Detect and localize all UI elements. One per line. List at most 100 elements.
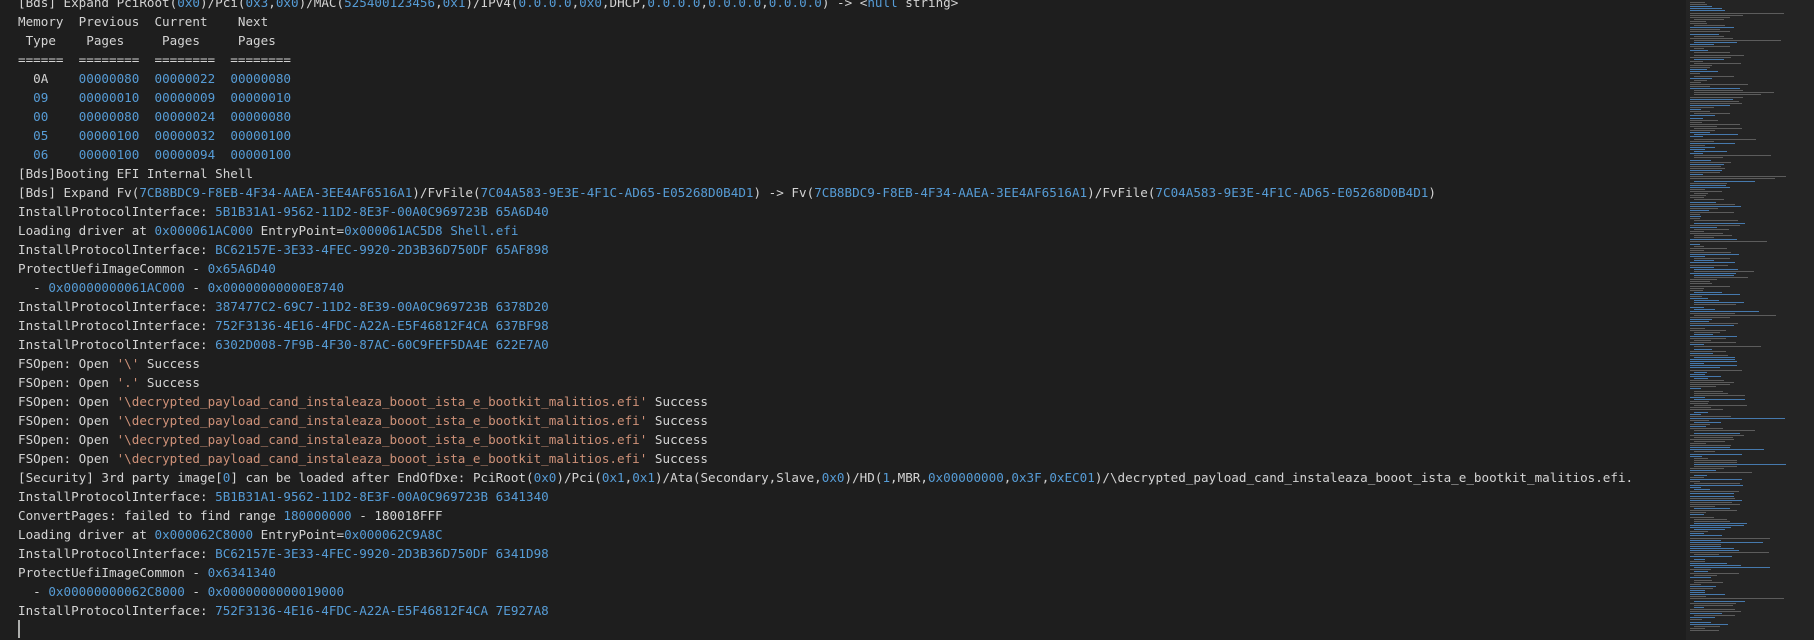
minimap-line	[1690, 424, 1710, 426]
code-line: [Security] 3rd party image[0] can be loa…	[18, 468, 1678, 487]
number-token: 0x00000000000E8740	[207, 280, 345, 295]
text-token: )/Ata(Secondary,Slave,	[654, 470, 822, 485]
text-token: )/FvFile(	[412, 185, 481, 200]
minimap-line	[1694, 291, 1722, 293]
text-token: )/IPv4(	[465, 0, 519, 10]
minimap-line	[1690, 186, 1730, 188]
minimap-line	[1690, 60, 1703, 62]
minimap-line	[1690, 552, 1769, 554]
minimap-line	[1690, 533, 1704, 535]
minimap-line	[1690, 4, 1707, 6]
minimap-line	[1690, 506, 1715, 507]
number-token: 0x3F	[1011, 470, 1042, 485]
number-token: 0x00000000	[927, 470, 1004, 485]
minimap-line	[1694, 134, 1738, 136]
minimap-line	[1694, 461, 1737, 463]
string-token: '\decrypted_payload_cand_instaleaza_booo…	[116, 432, 648, 447]
minimap-line	[1690, 197, 1704, 199]
minimap-line	[1694, 228, 1729, 230]
number-token: 0x0000000000019000	[207, 584, 345, 599]
code-line: 09 00000010 00000009 00000010	[18, 88, 1678, 107]
minimap-line	[1694, 79, 1707, 81]
number-token: 0x000062C9A8C	[344, 527, 443, 542]
minimap-line	[1690, 382, 1734, 384]
minimap-line	[1694, 457, 1708, 459]
code-line: ConvertPages: failed to find range 18000…	[18, 506, 1678, 525]
minimap-line	[1694, 604, 1733, 606]
minimap-line	[1694, 422, 1721, 423]
minimap-line	[1690, 212, 1734, 213]
minimap-line	[1690, 501, 1732, 503]
minimap-line	[1690, 216, 1701, 218]
minimap-line	[1694, 356, 1735, 358]
number-token: BC62157E-3E33-4FEC-9920-2D3B36D750DF 634…	[215, 546, 549, 561]
minimap-line	[1690, 125, 1717, 127]
minimap-line	[1690, 176, 1786, 178]
minimap-line	[1690, 428, 1723, 430]
minimap-line	[1690, 83, 1748, 85]
minimap-line	[1690, 539, 1721, 541]
minimap-line	[1694, 237, 1714, 239]
minimap-line	[1690, 388, 1701, 390]
text-token: ) -> Fv(	[753, 185, 815, 200]
minimap-line	[1690, 352, 1713, 354]
number-token: 0x0	[177, 0, 200, 10]
minimap-line	[1690, 598, 1784, 600]
minimap-line	[1690, 69, 1707, 71]
minimap-line	[1690, 167, 1725, 169]
minimap-line	[1694, 304, 1736, 306]
number-token: 00000100	[78, 147, 140, 162]
text-token: ] can be loaded after EndOfDxe: PciRoot(	[230, 470, 534, 485]
code-line: InstallProtocolInterface: 5B1B31A1-9562-…	[18, 487, 1678, 506]
minimap-line	[1690, 12, 1784, 14]
text-token: FSOpen: Open	[18, 375, 117, 390]
minimap-line	[1694, 405, 1747, 407]
number-token: 0x1	[632, 470, 655, 485]
minimap-line	[1690, 447, 1730, 449]
text-token: ,	[268, 0, 276, 10]
minimap-line	[1690, 27, 1734, 29]
minimap-line	[1690, 33, 1719, 35]
minimap-line	[1690, 453, 1742, 455]
text-token: Success	[139, 356, 200, 371]
number-token: 7CB8BDC9-F8EB-4F34-AAEA-3EE4AF6516A1	[814, 185, 1088, 200]
minimap[interactable]	[1686, 0, 1814, 640]
minimap-line	[1690, 98, 1733, 100]
minimap-line	[1690, 415, 1731, 417]
code-editor-text-area[interactable]: [Bds] Expand PciRoot(0x0)/Pci(0x3,0x0)/M…	[18, 0, 1678, 620]
code-line: - 0x00000000062C8000 - 0x000000000001900…	[18, 582, 1678, 601]
minimap-line	[1690, 510, 1737, 512]
minimap-line	[1690, 407, 1711, 409]
minimap-line	[1690, 184, 1726, 186]
code-line: FSOpen: Open '\decrypted_payload_cand_in…	[18, 411, 1678, 430]
text-token: ConvertPages: failed to find range	[18, 508, 284, 523]
minimap-line	[1690, 503, 1740, 505]
minimap-line	[1690, 480, 1700, 482]
text-token: InstallProtocolInterface:	[18, 299, 216, 314]
minimap-line	[1690, 6, 1712, 8]
code-line: Memory Previous Current Next	[18, 12, 1678, 31]
minimap-line	[1694, 41, 1737, 43]
number-token: 00000022	[154, 71, 216, 86]
minimap-line	[1690, 209, 1709, 211]
minimap-line	[1694, 331, 1720, 333]
minimap-line	[1694, 94, 1761, 96]
vertical-scrollbar[interactable]	[1800, 0, 1814, 640]
minimap-line	[1694, 371, 1707, 373]
number-token: 00000080	[78, 71, 140, 86]
number-token: BC62157E-3E33-4FEC-9920-2D3B36D750DF 65A…	[215, 242, 549, 257]
minimap-line	[1690, 296, 1702, 297]
text-token: )/Pci(	[556, 470, 602, 485]
minimap-line	[1690, 279, 1717, 281]
minimap-line	[1694, 18, 1724, 20]
text-token: InstallProtocolInterface:	[18, 337, 216, 352]
text-token: ) -> <	[821, 0, 868, 10]
text-token: Loading driver at	[18, 527, 155, 542]
minimap-line	[1690, 409, 1723, 411]
number-token: 00000010	[78, 90, 140, 105]
number-token: 00	[33, 109, 49, 124]
